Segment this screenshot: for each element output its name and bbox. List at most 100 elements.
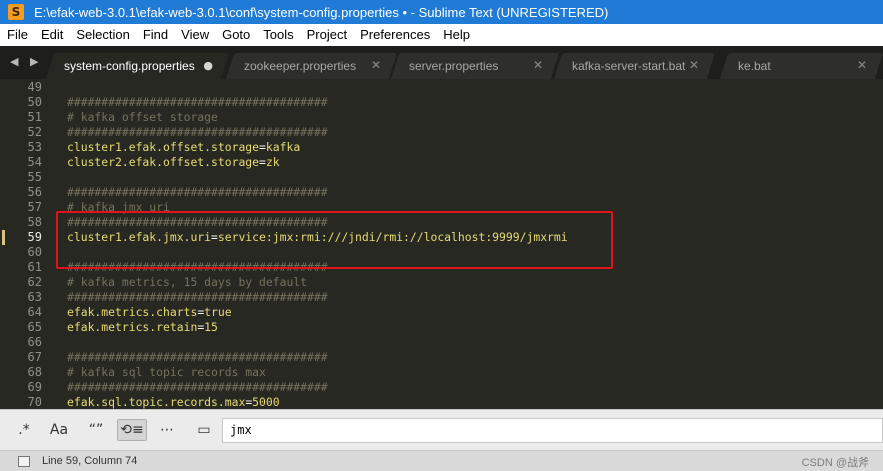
panel-toggle-icon[interactable] [18,456,30,467]
tab-label: system-config.properties [64,59,195,73]
comment-text: ###################################### [67,380,328,394]
line-number: 62 [27,275,42,289]
menu-find[interactable]: Find [136,24,174,46]
menu-selection[interactable]: Selection [69,24,135,46]
close-icon[interactable]: ✕ [857,58,867,72]
close-icon[interactable]: ✕ [689,58,699,72]
code-line[interactable]: ###################################### [67,125,328,140]
case-sensitive-icon[interactable]: Aa [46,419,72,441]
line-number: 59 [27,230,42,244]
property-key: efak.sql.topic.records.max [67,395,246,409]
menu-bar: File Edit Selection Find View Goto Tools Projec… [0,24,883,46]
tab-label: server.properties [409,59,499,73]
comment-text: ###################################### [67,350,328,364]
wrap-icon[interactable]: ⟲≡ [117,419,147,441]
comment-text: # kafka sql topic records max [67,365,266,379]
line-number: 58 [27,215,42,229]
title-bar: S E:\efak-web-3.0.1\efak-web-3.0.1\conf\… [0,0,883,24]
menu-edit[interactable]: Edit [34,24,69,46]
code-line[interactable]: # kafka sql topic records max [67,365,266,380]
close-icon[interactable]: ✕ [371,58,381,72]
regex-icon[interactable]: .* [12,419,36,441]
line-number: 55 [27,170,42,184]
tab-kafka-server-start-bat[interactable]: kafka-server-start.bat ✕ [553,53,716,79]
code-line[interactable]: efak.sql.topic.records.max=5000 [67,395,280,409]
line-number: 53 [27,140,42,154]
property-key: efak.metrics.charts [67,305,198,319]
sublime-logo-icon: S [8,4,24,20]
code-line[interactable]: cluster1.efak.offset.storage=kafka [67,140,300,155]
cursor-position: Line 59, Column 74 [42,455,138,467]
property-value: true [204,305,232,319]
line-number: 56 [27,185,42,199]
line-number: 51 [27,110,42,124]
code-line[interactable]: # kafka metrics, 15 days by default [67,275,307,290]
line-number: 49 [27,80,42,94]
property-value: 15 [204,320,218,334]
line-number: 60 [27,245,42,259]
whole-word-icon[interactable]: “” [82,419,110,441]
in-selection-icon[interactable]: ⋯ [155,419,179,441]
property-key: cluster2.efak.offset.storage [67,155,260,169]
tab-system-config-properties[interactable]: system-config.properties ● [45,53,230,79]
menu-view[interactable]: View [174,24,215,46]
comment-text: # kafka metrics, 15 days by default [67,275,308,289]
code-line[interactable]: ###################################### [67,380,328,395]
find-input[interactable]: jmx [222,418,883,443]
tab-server-properties[interactable]: server.properties ✕ [390,53,560,79]
unsaved-dot-icon[interactable]: ● [203,59,213,72]
comment-text: # kafka offset storage [67,110,218,124]
tab-label: ke.bat [738,59,771,73]
line-number: 50 [27,95,42,109]
line-number: 70 [27,395,42,409]
line-number: 57 [27,200,42,214]
tab-bar: ◀ ▶ system-config.properties ● zookeeper.p… [0,46,883,79]
line-number: 66 [27,335,42,349]
property-value: zk [265,155,280,169]
code-editor[interactable]: 49 50 51 52 53 54 55 56 57 58 59 60 61 62 63 64 65 66 67 68… [0,79,883,409]
tab-zookeeper-properties[interactable]: zookeeper.properties ✕ [225,53,398,79]
comment-text: ###################################### [67,290,328,304]
window-title: E:\efak-web-3.0.1\efak-web-3.0.1\conf\sy… [34,4,609,20]
watermark: CSDN @战斧 [801,457,869,469]
menu-help[interactable]: Help [436,24,476,46]
menu-goto[interactable]: Goto [215,24,256,46]
line-number: 67 [27,350,42,364]
line-number-gutter: 49 50 51 52 53 54 55 56 57 58 59 60 61 62 63 64 65 66 67 68… [0,79,52,409]
menu-project[interactable]: Project [300,24,353,46]
code-line[interactable]: ###################################### [67,95,328,110]
current-line-marker [2,230,5,245]
code-line[interactable]: cluster2.efak.offset.storage=zk [67,155,280,170]
comment-text: ###################################### [67,95,328,109]
line-number: 65 [27,320,42,334]
annotation-highlight-box [56,211,613,269]
property-key: efak.metrics.retain [67,320,198,334]
find-panel: jmx .* Aa “” ⟲≡ ⋯ ▭ [0,409,883,450]
comment-text: ###################################### [67,125,328,139]
menu-tools[interactable]: Tools [256,24,299,46]
line-number: 54 [27,155,42,169]
code-line[interactable]: ###################################### [67,350,328,365]
highlight-matches-icon[interactable]: ▭ [193,419,215,441]
code-line[interactable]: # kafka offset storage [67,110,218,125]
line-number: 63 [27,290,42,304]
property-key: cluster1.efak.offset.storage [67,140,260,154]
code-line[interactable]: efak.metrics.retain=15 [67,320,218,335]
menu-file[interactable]: File [0,24,34,46]
line-number: 61 [27,260,42,274]
code-line[interactable]: efak.metrics.charts=true [67,305,232,320]
tab-ke-bat[interactable]: ke.bat ✕ [719,53,883,79]
close-icon[interactable]: ✕ [533,58,543,72]
tab-nav-arrows-icon[interactable]: ◀ ▶ [10,55,42,68]
property-value: 5000 [252,395,280,409]
tab-label: zookeeper.properties [244,59,357,73]
code-line[interactable]: ###################################### [67,185,328,200]
line-number: 52 [27,125,42,139]
line-number: 64 [27,305,42,319]
menu-preferences[interactable]: Preferences [353,24,436,46]
status-bar: Line 59, Column 74 CSDN @战斧 [0,450,883,471]
property-value: kafka [265,140,301,154]
code-line[interactable]: ###################################### [67,290,328,305]
equals-operator: = [259,155,266,169]
equals-operator: = [259,140,266,154]
